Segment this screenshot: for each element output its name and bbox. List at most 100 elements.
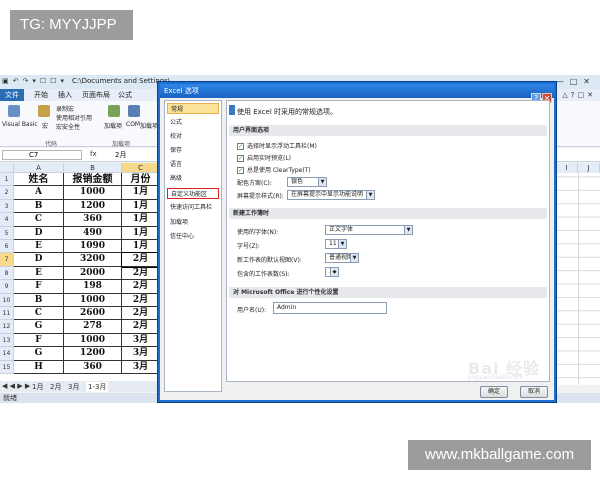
restore-icon[interactable]: □ [578, 91, 588, 99]
table-cell[interactable]: 2月 [122, 266, 160, 281]
macro-security-button[interactable]: 宏安全性 [56, 122, 80, 131]
mini-toolbar-option[interactable]: ✓ 选择时显示浮动工具栏(M) [237, 141, 317, 150]
table-cell[interactable]: 3月 [122, 347, 160, 361]
nav-language[interactable]: 语言 [167, 159, 219, 170]
row-header[interactable]: 3 [0, 199, 14, 214]
undo-icon[interactable]: ↶ [13, 77, 19, 85]
chevron-down-icon[interactable]: ▼ [338, 240, 346, 248]
table-cell[interactable]: 1月 [122, 199, 160, 214]
table-cell[interactable]: 1月 [122, 186, 160, 200]
table-cell[interactable]: F [14, 333, 64, 348]
table-cell[interactable]: 1000 [64, 333, 122, 348]
addins-icon[interactable] [108, 105, 120, 117]
checkbox-checked-icon[interactable]: ✓ [237, 143, 244, 150]
sheet-tab-3[interactable]: 3月 [68, 382, 79, 392]
table-cell[interactable]: 1000 [64, 293, 122, 307]
table-cell[interactable]: 1200 [64, 199, 122, 214]
ok-button[interactable]: 确定 [480, 386, 508, 398]
table-cell[interactable]: 1月 [122, 226, 160, 240]
help-icon[interactable]: ? [571, 91, 578, 99]
table-cell[interactable]: B [14, 199, 64, 214]
table-cell[interactable]: 月份 [122, 173, 160, 187]
table-cell[interactable]: 姓名 [14, 173, 64, 187]
table-cell[interactable]: G [14, 320, 64, 334]
com-addins-button[interactable]: 加载项 [140, 121, 158, 130]
redo-icon[interactable]: ↷ [23, 77, 29, 85]
row-header[interactable]: 13 [0, 333, 14, 348]
sheet-tab-1[interactable]: 1月 [32, 382, 43, 392]
tab-formulas[interactable]: 公式 [118, 90, 132, 100]
column-header-a[interactable]: A [14, 163, 64, 173]
table-cell[interactable]: 3月 [122, 360, 160, 374]
chevron-down-icon[interactable]: ▼ [350, 254, 358, 262]
table-cell[interactable]: 1090 [64, 240, 122, 254]
table-cell[interactable]: E [14, 240, 64, 254]
table-cell[interactable]: 490 [64, 226, 122, 240]
table-cell[interactable]: F [14, 280, 64, 294]
checkbox-checked-icon[interactable]: ✓ [237, 155, 244, 162]
com-addins-icon[interactable] [128, 105, 140, 117]
row-header[interactable]: 14 [0, 347, 14, 361]
table-cell[interactable]: 1月 [122, 240, 160, 254]
close-window-icon[interactable]: ✕ [583, 77, 596, 86]
row-header[interactable]: 8 [0, 266, 14, 281]
addins-button[interactable]: 加载项 [104, 121, 122, 130]
maximize-icon[interactable]: □ [570, 77, 584, 86]
table-cell[interactable]: 报销金额 [64, 173, 122, 187]
relative-ref-button[interactable]: 使用相对引用 [56, 113, 92, 122]
row-header[interactable]: 9 [0, 280, 14, 294]
chevron-down-icon[interactable]: ▼ [404, 226, 412, 234]
open-icon[interactable]: ☐ [40, 77, 46, 85]
table-cell[interactable]: B [14, 293, 64, 307]
nav-quick-access-toolbar[interactable]: 快速访问工具栏 [167, 202, 219, 213]
sheet-count-stepper[interactable]: 3◆ [325, 267, 339, 277]
table-cell[interactable]: 3月 [122, 333, 160, 348]
macro-button[interactable]: 宏 [42, 121, 48, 130]
table-cell[interactable]: 2600 [64, 307, 122, 321]
spreadsheet-grid[interactable]: A B C 1 姓名 报销金额 月份 2 A 1000 1月 3 B 1200 1月 4 C 360 1月 5 D… [0, 163, 161, 385]
font-select[interactable]: 正文字体 ▼ [325, 225, 413, 235]
tab-home[interactable]: 开始 [34, 90, 48, 100]
qat-dropdown-icon[interactable]: ▾ [32, 77, 36, 85]
cleartype-option[interactable]: ✓ 总是使用 ClearType(T) [237, 165, 311, 174]
nav-save[interactable]: 保存 [167, 145, 219, 156]
tab-file[interactable]: 文件 [0, 89, 24, 101]
record-macro-button[interactable]: 录制宏 [56, 104, 74, 113]
select-all-corner[interactable] [0, 163, 14, 173]
row-header[interactable]: 7 [0, 253, 14, 267]
table-cell[interactable]: H [14, 360, 64, 374]
name-box[interactable]: C7 [2, 150, 82, 160]
table-cell[interactable]: G [14, 347, 64, 361]
table-cell[interactable]: 2月 [122, 280, 160, 294]
cancel-button[interactable]: 取消 [520, 386, 548, 398]
row-header[interactable]: 15 [0, 360, 14, 374]
minimize-icon[interactable]: — [556, 77, 570, 86]
table-cell[interactable]: 360 [64, 213, 122, 227]
default-view-select[interactable]: 普通视图 ▼ [325, 253, 359, 263]
table-cell[interactable]: 2月 [122, 307, 160, 321]
table-cell[interactable]: C [14, 307, 64, 321]
row-header[interactable]: 5 [0, 226, 14, 240]
color-scheme-select[interactable]: 银色 ▼ [287, 177, 327, 187]
row-header[interactable]: 2 [0, 186, 14, 200]
column-header-b[interactable]: B [64, 163, 122, 173]
table-cell[interactable]: 3200 [64, 253, 122, 267]
visual-basic-button[interactable]: Visual Basic [2, 121, 38, 128]
nav-addins[interactable]: 加载项 [167, 217, 219, 228]
username-input[interactable]: Admin [273, 302, 387, 314]
fx-icon[interactable]: fx [90, 150, 97, 158]
macro-icon[interactable] [38, 105, 50, 117]
column-header-c[interactable]: C [122, 163, 160, 173]
row-header[interactable]: 1 [0, 173, 14, 187]
collapse-ribbon-icon[interactable]: △ [562, 91, 570, 99]
tab-insert[interactable]: 插入 [58, 90, 72, 100]
table-cell[interactable]: A [14, 186, 64, 200]
chevron-down-icon[interactable]: ▼ [318, 178, 326, 186]
table-cell[interactable]: 198 [64, 280, 122, 294]
font-size-select[interactable]: 11 ▼ [325, 239, 347, 249]
sheet-tab-2[interactable]: 2月 [50, 382, 61, 392]
visual-basic-icon[interactable] [8, 105, 20, 117]
nav-customize-ribbon[interactable]: 自定义功能区 [167, 188, 219, 199]
sheet-nav-icon[interactable]: ◀ ◀ ▶ ▶ [2, 382, 30, 390]
table-cell[interactable]: 2月 [121, 252, 161, 268]
